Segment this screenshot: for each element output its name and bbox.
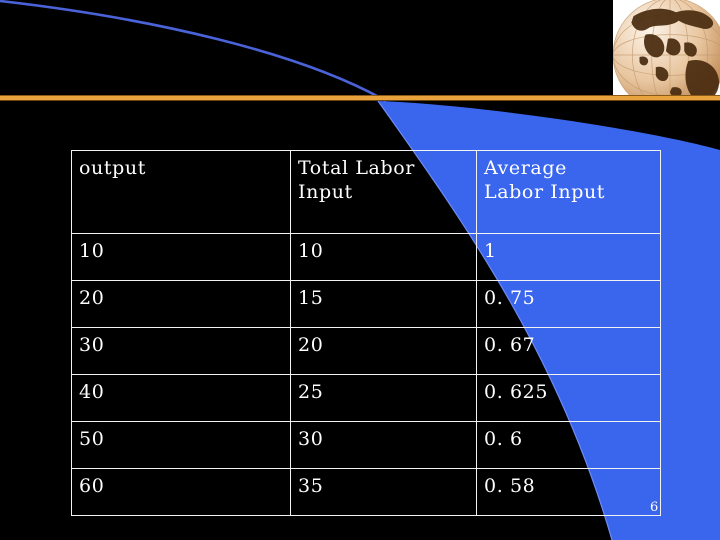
- table-row: 50 30 0. 6: [71, 421, 661, 469]
- cell-output: 60: [71, 468, 291, 516]
- cell-total-labor-input: 30: [290, 421, 477, 469]
- column-header-total-labor-input: Total Labor Input: [290, 150, 477, 234]
- cell-total-labor-input: 25: [290, 374, 477, 422]
- cell-output: 30: [71, 327, 291, 375]
- cell-total-labor-input: 35: [290, 468, 477, 516]
- orange-divider: [0, 95, 720, 101]
- cell-total-labor-input: 10: [290, 233, 477, 281]
- cell-output: 20: [71, 280, 291, 328]
- cell-average-labor-input: 0. 625: [476, 374, 661, 422]
- cell-output: 10: [71, 233, 291, 281]
- cell-output: 40: [71, 374, 291, 422]
- cell-total-labor-input: 15: [290, 280, 477, 328]
- labor-input-table: output Total Labor Input Average Labor I…: [71, 150, 661, 516]
- column-header-output: output: [71, 150, 291, 234]
- table-row: 20 15 0. 75: [71, 280, 661, 328]
- table-row: 60 35 0. 58: [71, 468, 661, 516]
- cell-average-labor-input: 0. 67: [476, 327, 661, 375]
- data-table-container: output Total Labor Input Average Labor I…: [71, 150, 661, 516]
- cell-average-labor-input: 0. 58: [476, 468, 661, 516]
- cell-average-labor-input: 0. 6: [476, 421, 661, 469]
- cell-average-labor-input: 0. 75: [476, 280, 661, 328]
- cell-total-labor-input: 20: [290, 327, 477, 375]
- blue-arc-curve: [0, 0, 387, 103]
- table-header: output Total Labor Input Average Labor I…: [71, 150, 661, 234]
- globe-image-panel: [613, 0, 720, 95]
- cell-output: 50: [71, 421, 291, 469]
- column-header-average-labor-input: Average Labor Input: [476, 150, 661, 234]
- table-row: 40 25 0. 625: [71, 374, 661, 422]
- page-number: 6: [650, 500, 659, 515]
- table-header-row: output Total Labor Input Average Labor I…: [71, 150, 661, 234]
- table-row: 30 20 0. 67: [71, 327, 661, 375]
- slide-canvas: output Total Labor Input Average Labor I…: [0, 0, 720, 540]
- globe-icon: [613, 0, 720, 95]
- cell-average-labor-input: 1: [476, 233, 661, 281]
- table-row: 10 10 1: [71, 233, 661, 281]
- table-body: 10 10 1 20 15 0. 75 30 20 0. 67 40 25 0.…: [71, 233, 661, 516]
